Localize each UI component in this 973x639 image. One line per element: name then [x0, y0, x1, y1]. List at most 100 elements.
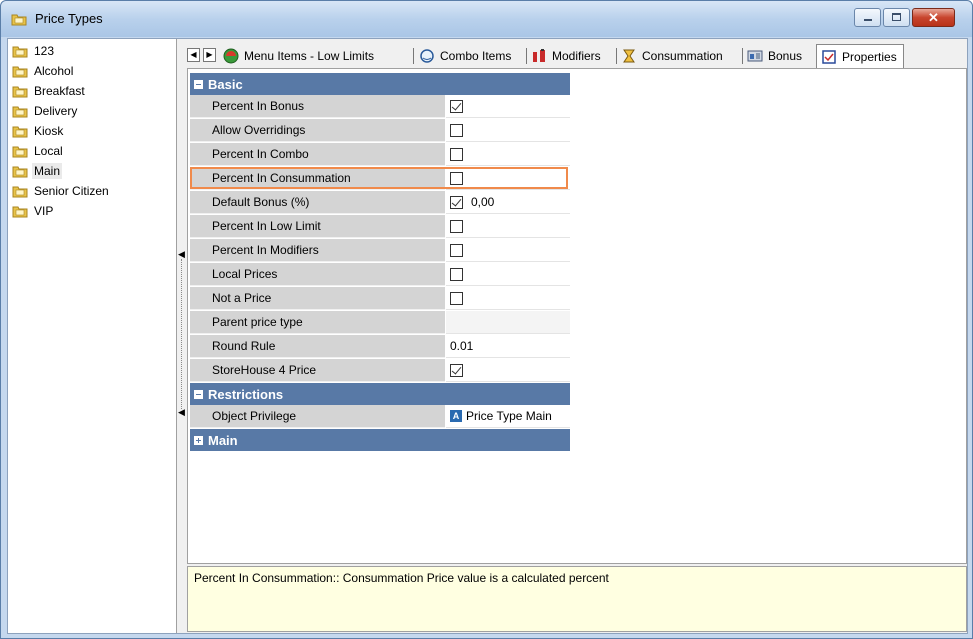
property-row-not-a-price[interactable]: Not a Price — [190, 287, 570, 311]
property-row-percent-in-low-limit[interactable]: Percent In Low Limit — [190, 215, 570, 239]
price-type-icon — [12, 66, 28, 78]
checkbox[interactable] — [450, 171, 463, 185]
price-type-icon — [12, 146, 28, 158]
minimize-icon — [864, 19, 872, 21]
property-value[interactable] — [446, 287, 570, 310]
property-row-percent-in-combo[interactable]: Percent In Combo — [190, 143, 570, 167]
tree-item-delivery[interactable]: Delivery — [12, 101, 79, 121]
tree-item-label: Senior Citizen — [34, 184, 109, 198]
menu-items-icon — [223, 48, 239, 64]
tree-item-local[interactable]: Local — [12, 141, 65, 161]
property-name: Parent price type — [190, 311, 445, 334]
property-value[interactable] — [446, 143, 570, 166]
splitter-grip — [181, 259, 183, 409]
tab-separator — [742, 48, 743, 64]
checkbox[interactable] — [450, 267, 463, 281]
collapse-icon[interactable] — [194, 79, 203, 89]
close-button[interactable]: ✕ — [912, 8, 955, 27]
tree-item-breakfast[interactable]: Breakfast — [12, 81, 87, 101]
property-row-round-rule[interactable]: Round Rule 0.01 — [190, 335, 570, 359]
tab-label: Combo Items — [440, 49, 512, 63]
checkbox[interactable] — [450, 123, 463, 137]
tab-label: Consummation — [642, 49, 723, 63]
category-restrictions[interactable]: Restrictions — [190, 383, 570, 405]
property-value[interactable] — [446, 359, 570, 382]
window-title: Price Types — [35, 11, 103, 26]
property-value[interactable] — [446, 119, 570, 142]
tab-scroll-left-button[interactable]: ◀ — [187, 48, 200, 62]
property-value[interactable] — [446, 215, 570, 238]
expand-icon[interactable] — [194, 435, 203, 445]
tab-separator — [526, 48, 527, 64]
property-name: Allow Overridings — [190, 119, 445, 142]
property-name: Not a Price — [190, 287, 445, 310]
description-pane: Percent In Consummation:: Consummation P… — [187, 566, 967, 632]
property-value[interactable] — [446, 167, 570, 190]
property-value[interactable] — [446, 95, 570, 118]
property-value[interactable] — [446, 263, 570, 286]
property-value[interactable] — [446, 311, 570, 334]
category-label: Restrictions — [208, 386, 284, 402]
property-name: Percent In Consummation — [190, 167, 445, 190]
collapse-left-icon[interactable]: ◀ — [178, 407, 185, 418]
property-row-storehouse-4-price[interactable]: StoreHouse 4 Price — [190, 359, 570, 383]
tab-scroll-right-button[interactable]: ▶ — [203, 48, 216, 62]
modifiers-icon — [533, 49, 545, 62]
property-row-percent-in-modifiers[interactable]: Percent In Modifiers — [190, 239, 570, 263]
property-name: Round Rule — [190, 335, 445, 358]
tab-consummation[interactable]: Consummation — [621, 45, 723, 67]
property-name: Percent In Bonus — [190, 95, 445, 118]
tab-menu-items-low-limits[interactable]: Menu Items - Low Limits — [223, 45, 374, 67]
tab-label: Menu Items - Low Limits — [244, 49, 375, 63]
property-value[interactable]: 0,00 — [446, 191, 570, 214]
tab-label: Modifiers — [552, 49, 601, 63]
minimize-button[interactable] — [854, 8, 881, 27]
checkbox[interactable] — [450, 243, 463, 257]
property-row-allow-overridings[interactable]: Allow Overridings — [190, 119, 570, 143]
tab-properties[interactable]: Properties — [816, 44, 904, 68]
tree-item-main[interactable]: Main — [12, 161, 63, 181]
property-row-default-bonus[interactable]: Default Bonus (%) 0,00 — [190, 191, 570, 215]
checkbox[interactable] — [450, 99, 463, 113]
title-bar[interactable]: Price Types ✕ — [1, 1, 972, 37]
property-row-object-privilege[interactable]: Object Privilege A Price Type Main — [190, 405, 570, 429]
tree-item-kiosk[interactable]: Kiosk — [12, 121, 65, 141]
property-name: Local Prices — [190, 263, 445, 286]
category-main[interactable]: Main — [190, 429, 570, 451]
checkbox[interactable] — [450, 363, 463, 377]
price-type-icon — [12, 106, 28, 118]
price-type-tree[interactable]: 123 Alcohol Breakfast Delivery Kiosk Loc… — [8, 39, 177, 633]
tree-item-label: Kiosk — [34, 124, 64, 138]
checkbox[interactable] — [450, 219, 463, 233]
maximize-button[interactable] — [883, 8, 910, 27]
tree-item-senior-citizen[interactable]: Senior Citizen — [12, 181, 111, 201]
collapse-icon[interactable] — [194, 389, 203, 399]
tree-item-alcohol[interactable]: Alcohol — [12, 61, 75, 81]
tab-bonus[interactable]: Bonus — [747, 45, 802, 67]
price-type-icon — [12, 166, 28, 178]
property-row-local-prices[interactable]: Local Prices — [190, 263, 570, 287]
checkbox[interactable] — [450, 291, 463, 305]
price-type-icon — [12, 186, 28, 198]
tree-item-123[interactable]: 123 — [12, 41, 56, 61]
property-value[interactable]: A Price Type Main — [446, 405, 570, 428]
folder-icon — [11, 14, 27, 26]
category-basic[interactable]: Basic — [190, 73, 570, 95]
tree-item-label: Local — [34, 144, 63, 158]
property-row-parent-price-type[interactable]: Parent price type — [190, 311, 570, 335]
checkbox[interactable] — [450, 147, 463, 161]
tab-modifiers[interactable]: Modifiers — [531, 45, 601, 67]
tab-combo-items[interactable]: Combo Items — [419, 45, 511, 67]
property-name: Object Privilege — [190, 405, 445, 428]
property-value-text: 0,00 — [471, 194, 495, 209]
property-value[interactable] — [446, 239, 570, 262]
tab-separator — [616, 48, 617, 64]
checkbox[interactable] — [450, 195, 463, 209]
panel-splitter[interactable]: ◀ ◀ — [177, 39, 186, 633]
property-row-percent-in-bonus[interactable]: Percent In Bonus — [190, 95, 570, 119]
tree-item-vip[interactable]: VIP — [12, 201, 55, 221]
property-value[interactable]: 0.01 — [446, 335, 570, 358]
property-name: Percent In Low Limit — [190, 215, 445, 238]
tree-item-label: Breakfast — [34, 84, 85, 98]
property-row-percent-in-consummation[interactable]: Percent In Consummation — [190, 167, 570, 191]
